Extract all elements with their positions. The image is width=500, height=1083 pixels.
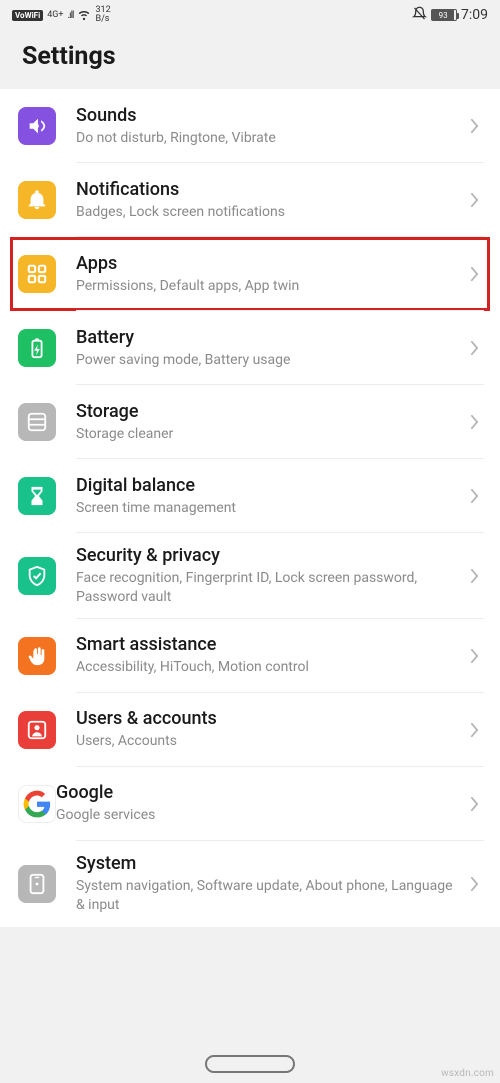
row-text: Sounds Do not disturb, Ringtone, Vibrate bbox=[76, 105, 464, 148]
volume-icon bbox=[18, 107, 56, 145]
row-title: Digital balance bbox=[76, 475, 464, 496]
chevron-right-icon bbox=[464, 264, 484, 284]
mute-icon bbox=[412, 6, 427, 24]
chevron-right-icon bbox=[464, 486, 484, 506]
google-icon bbox=[18, 785, 56, 823]
row-subtitle: Screen time management bbox=[76, 499, 464, 518]
row-subtitle: Storage cleaner bbox=[76, 425, 464, 444]
settings-row-battery[interactable]: Battery Power saving mode, Battery usage bbox=[0, 311, 500, 385]
chevron-right-icon bbox=[464, 338, 484, 358]
battery-icon: 93 bbox=[431, 9, 457, 21]
shield-icon bbox=[18, 557, 56, 595]
chevron-right-icon bbox=[464, 646, 484, 666]
watermark: wsxdn.com bbox=[441, 1068, 494, 1079]
row-title: Apps bbox=[76, 253, 464, 274]
row-title: Smart assistance bbox=[76, 634, 464, 655]
settings-row-digital-balance[interactable]: Digital balance Screen time management bbox=[0, 459, 500, 533]
settings-list: Sounds Do not disturb, Ringtone, Vibrate… bbox=[0, 89, 500, 927]
row-text: Notifications Badges, Lock screen notifi… bbox=[76, 179, 464, 222]
person-icon bbox=[18, 711, 56, 749]
row-text: Google Google services bbox=[56, 782, 464, 825]
row-text: Storage Storage cleaner bbox=[76, 401, 464, 444]
grid-icon bbox=[18, 255, 56, 293]
status-bar: VoWiFi 4G+ .ıll 312 B/s 93 7:09 bbox=[0, 0, 500, 30]
hourglass-icon bbox=[18, 477, 56, 515]
wifi-icon bbox=[77, 7, 91, 24]
chevron-right-icon bbox=[464, 720, 484, 740]
status-left: VoWiFi 4G+ .ıll 312 B/s bbox=[12, 6, 111, 24]
row-text: Apps Permissions, Default apps, App twin bbox=[76, 253, 464, 296]
row-title: Storage bbox=[76, 401, 464, 422]
page-title: Settings bbox=[0, 30, 500, 89]
chevron-right-icon bbox=[464, 566, 484, 586]
row-text: Smart assistance Accessibility, HiTouch,… bbox=[76, 634, 464, 677]
row-subtitle: Do not disturb, Ringtone, Vibrate bbox=[76, 129, 464, 148]
settings-row-apps[interactable]: Apps Permissions, Default apps, App twin bbox=[0, 237, 500, 311]
row-title: Security & privacy bbox=[76, 545, 464, 566]
clock: 7:09 bbox=[461, 7, 488, 23]
chevron-right-icon bbox=[464, 190, 484, 210]
row-text: Security & privacy Face recognition, Fin… bbox=[76, 545, 464, 607]
row-title: Sounds bbox=[76, 105, 464, 126]
row-title: Battery bbox=[76, 327, 464, 348]
row-subtitle: Badges, Lock screen notifications bbox=[76, 203, 464, 222]
row-subtitle: Power saving mode, Battery usage bbox=[76, 351, 464, 370]
row-text: Digital balance Screen time management bbox=[76, 475, 464, 518]
row-title: Users & accounts bbox=[76, 708, 464, 729]
settings-row-system[interactable]: System System navigation, Software updat… bbox=[0, 841, 500, 927]
settings-row-storage[interactable]: Storage Storage cleaner bbox=[0, 385, 500, 459]
settings-row-google[interactable]: Google Google services bbox=[0, 767, 500, 841]
battery-icon bbox=[18, 329, 56, 367]
settings-row-notifications[interactable]: Notifications Badges, Lock screen notifi… bbox=[0, 163, 500, 237]
storage-icon bbox=[18, 403, 56, 441]
row-subtitle: Permissions, Default apps, App twin bbox=[76, 277, 464, 296]
settings-row-smart-assist[interactable]: Smart assistance Accessibility, HiTouch,… bbox=[0, 619, 500, 693]
chevron-right-icon bbox=[464, 412, 484, 432]
status-right: 93 7:09 bbox=[412, 6, 488, 24]
chevron-right-icon bbox=[464, 794, 484, 814]
row-subtitle: Users, Accounts bbox=[76, 732, 464, 751]
chevron-right-icon bbox=[464, 874, 484, 894]
bell-icon bbox=[18, 181, 56, 219]
row-text: Users & accounts Users, Accounts bbox=[76, 708, 464, 751]
network-type: 4G+ bbox=[47, 10, 63, 20]
row-subtitle: Accessibility, HiTouch, Motion control bbox=[76, 658, 464, 677]
row-title: Notifications bbox=[76, 179, 464, 200]
row-subtitle: System navigation, Software update, Abou… bbox=[76, 877, 464, 915]
battery-percent: 93 bbox=[432, 10, 454, 20]
signal-icon: .ıll bbox=[67, 10, 73, 21]
row-text: System System navigation, Software updat… bbox=[76, 853, 464, 915]
settings-row-security[interactable]: Security & privacy Face recognition, Fin… bbox=[0, 533, 500, 619]
row-text: Battery Power saving mode, Battery usage bbox=[76, 327, 464, 370]
chevron-right-icon bbox=[464, 116, 484, 136]
hand-icon bbox=[18, 637, 56, 675]
settings-row-sounds[interactable]: Sounds Do not disturb, Ringtone, Vibrate bbox=[0, 89, 500, 163]
row-subtitle: Face recognition, Fingerprint ID, Lock s… bbox=[76, 569, 464, 607]
system-icon bbox=[18, 865, 56, 903]
row-title: System bbox=[76, 853, 464, 874]
settings-row-users[interactable]: Users & accounts Users, Accounts bbox=[0, 693, 500, 767]
row-title: Google bbox=[56, 782, 464, 803]
nav-pill[interactable] bbox=[205, 1055, 295, 1073]
network-speed: 312 B/s bbox=[95, 6, 110, 24]
row-subtitle: Google services bbox=[56, 806, 464, 825]
vowifi-badge: VoWiFi bbox=[12, 10, 43, 21]
